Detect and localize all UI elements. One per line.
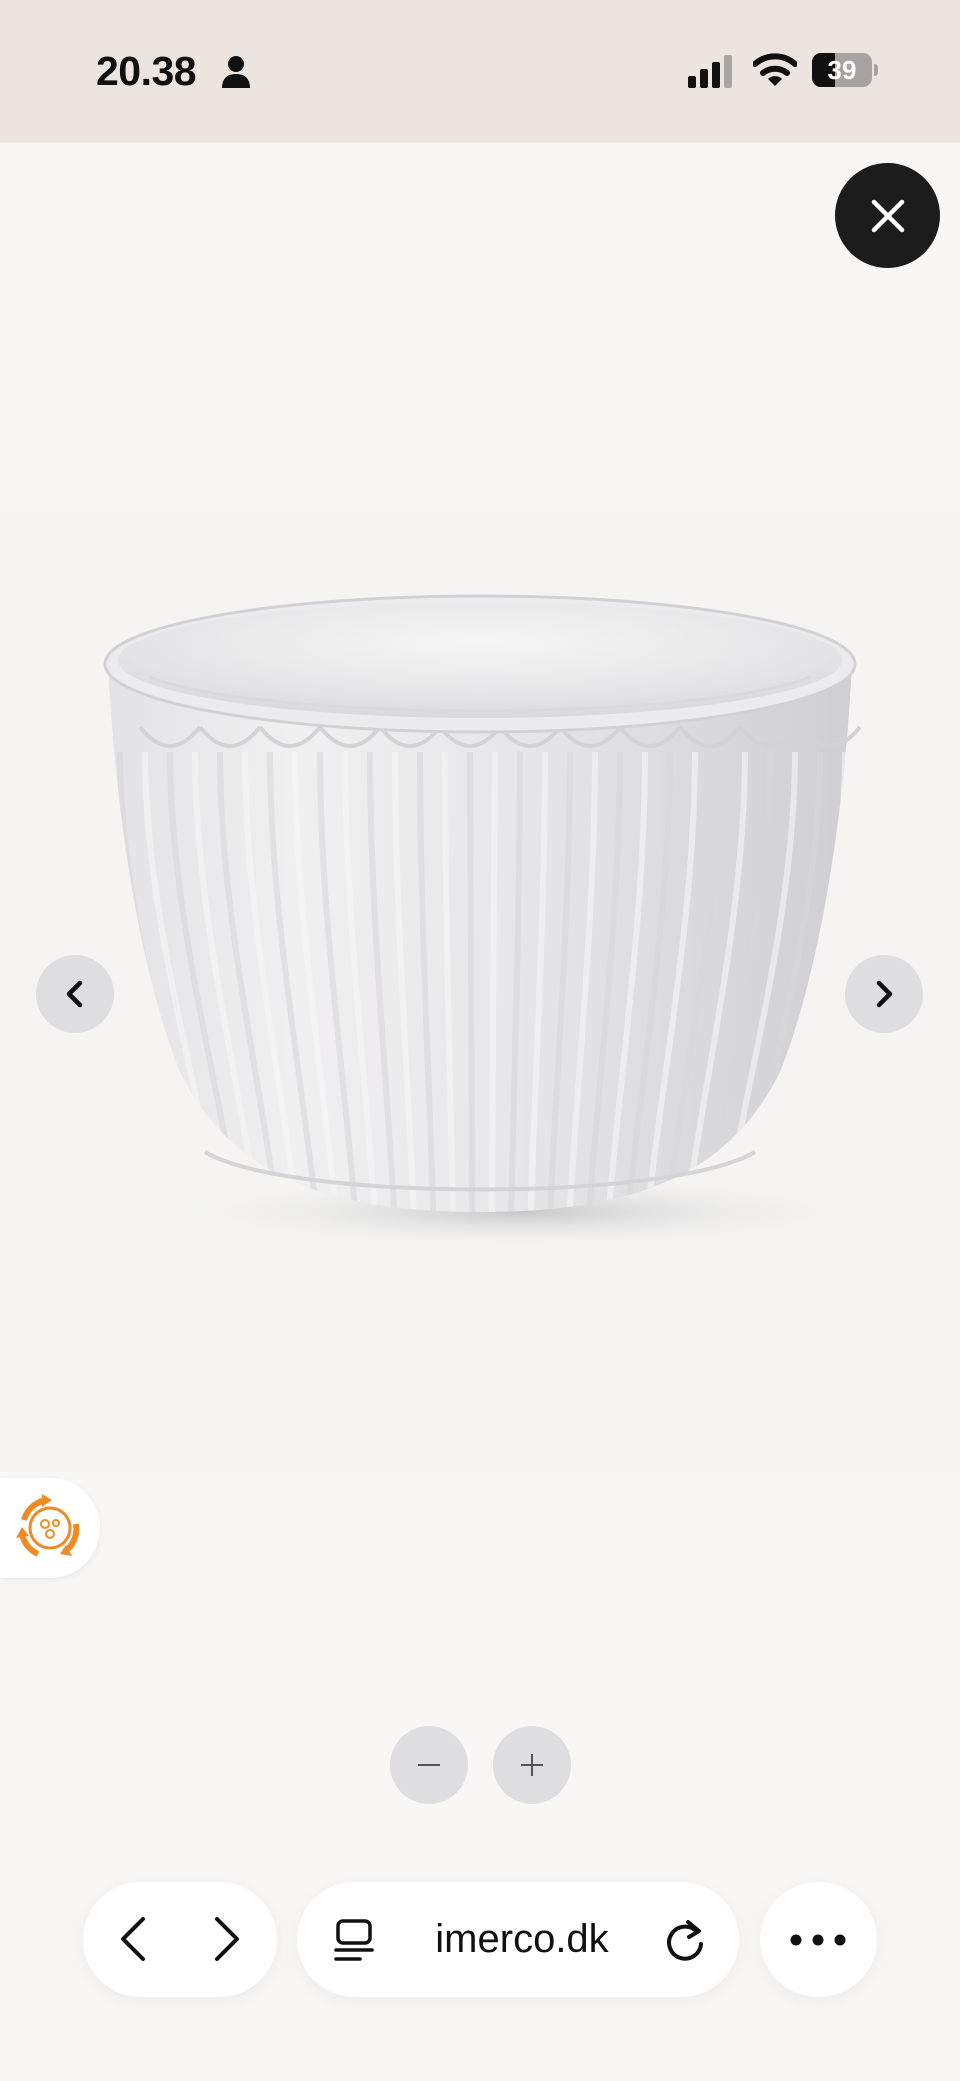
more-button[interactable] <box>760 1882 877 1997</box>
cellular-signal-icon <box>688 55 732 88</box>
status-time: 20.38 <box>96 48 197 94</box>
recycle-badge-icon <box>16 1494 80 1557</box>
forward-arrow-icon[interactable] <box>201 1914 251 1964</box>
battery-body: 39 <box>812 53 872 87</box>
back-arrow-icon[interactable] <box>109 1914 159 1964</box>
zoom-in-button[interactable] <box>493 1726 571 1804</box>
zoom-out-button[interactable] <box>390 1726 468 1804</box>
minus-icon <box>418 1764 440 1766</box>
chevron-left-icon <box>66 980 83 1008</box>
chevron-right-icon <box>876 980 893 1008</box>
next-image-button[interactable] <box>845 955 923 1033</box>
plus-icon <box>521 1754 543 1776</box>
battery-cap <box>874 64 878 76</box>
person-icon <box>222 56 250 88</box>
close-button[interactable] <box>835 163 940 268</box>
wifi-icon <box>753 53 797 86</box>
more-icon <box>790 1934 846 1946</box>
status-bar: 20.38 39 <box>0 0 960 143</box>
address-bar[interactable]: imerco.dk <box>297 1882 739 1997</box>
tabs-icon[interactable] <box>333 1918 375 1962</box>
browser-nav-pill <box>83 1882 277 1997</box>
url-text[interactable]: imerco.dk <box>397 1882 647 1997</box>
close-icon <box>871 199 904 232</box>
previous-image-button[interactable] <box>36 955 114 1033</box>
recycle-badge[interactable] <box>0 1478 100 1578</box>
battery-indicator: 39 <box>812 53 878 87</box>
battery-level: 39 <box>827 55 857 85</box>
reload-icon[interactable] <box>661 1916 709 1964</box>
product-image <box>0 512 960 1472</box>
